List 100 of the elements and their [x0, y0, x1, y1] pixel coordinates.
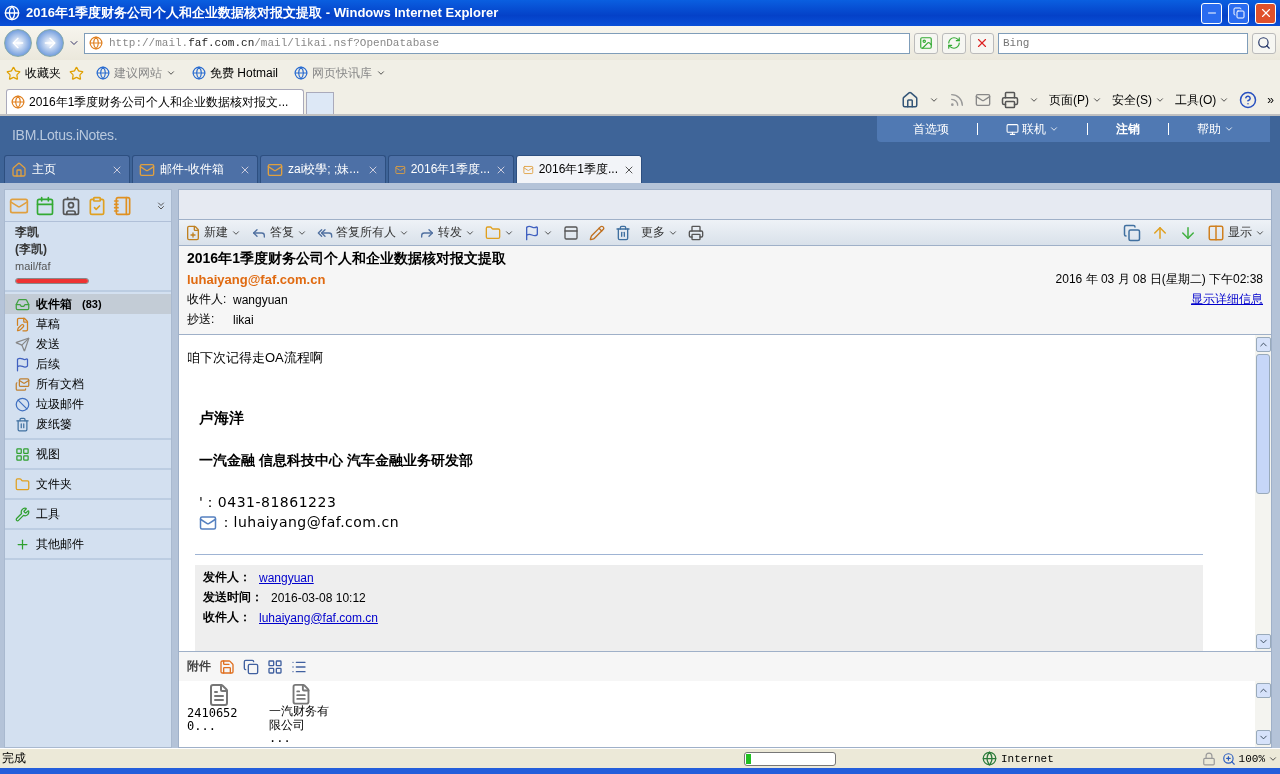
add-favorite-icon[interactable] — [69, 65, 84, 81]
notebook-icon[interactable] — [113, 195, 133, 216]
compatibility-button[interactable] — [914, 32, 938, 54]
favorite-link[interactable]: 免费 Hotmail — [188, 64, 282, 82]
field-label: 收件人： — [203, 609, 251, 626]
app-menu-item[interactable]: 注销 — [1098, 120, 1158, 138]
app-menu-item[interactable]: 联机 — [988, 120, 1077, 138]
refresh-button[interactable] — [942, 32, 966, 54]
save-icon[interactable] — [219, 658, 235, 675]
forward-button[interactable] — [36, 29, 64, 57]
user-name: 李凯 — [15, 224, 40, 241]
recipient: wangyuan — [233, 292, 288, 307]
toolbar-button[interactable]: 答复所有人 — [315, 224, 411, 241]
restore-icon — [1232, 7, 1245, 19]
toolbar-button[interactable] — [1121, 223, 1143, 242]
caret-icon — [1155, 95, 1165, 105]
signature-email: ：luhaiyang@faf.com.cn — [219, 514, 400, 532]
toolbar-button[interactable]: 显示 — [1205, 223, 1267, 242]
todo-icon[interactable] — [87, 195, 107, 216]
feeds-icon[interactable] — [949, 92, 965, 108]
draft-icon — [15, 316, 30, 332]
forward-arrow-icon — [42, 35, 58, 51]
attachments-label: 附件 — [187, 658, 211, 675]
overflow-button[interactable]: » — [1267, 93, 1274, 107]
command-menu[interactable]: 页面(P) — [1049, 91, 1102, 109]
close-button[interactable] — [1255, 2, 1276, 24]
toolbar-button[interactable]: 答复 — [249, 224, 309, 241]
folder-item[interactable]: 草稿 — [5, 314, 171, 334]
document-icon — [207, 683, 231, 707]
toolbar-button[interactable]: 转发 — [417, 224, 477, 241]
zoom-icon — [1221, 751, 1236, 766]
folder-item[interactable]: 废纸篓 — [5, 414, 171, 434]
folder-item[interactable]: 后续 — [5, 354, 171, 374]
caret-icon — [376, 68, 386, 78]
app-tab[interactable]: 2016年1季度... — [516, 155, 642, 183]
caret-icon — [1092, 95, 1102, 105]
computer-icon — [1006, 122, 1019, 136]
command-menu[interactable]: 工具(O) — [1175, 91, 1230, 109]
home-icon[interactable] — [901, 91, 919, 109]
toolbar-button[interactable]: 更多 — [639, 224, 680, 241]
folder-item[interactable]: 所有文档 — [5, 374, 171, 394]
flag-icon — [15, 356, 30, 372]
views-icon — [15, 446, 30, 462]
stop-button[interactable] — [970, 32, 994, 54]
grid-view-icon[interactable] — [267, 658, 283, 675]
browser-tab[interactable]: 2016年1季度财务公司个人和企业数据核对报文... — [6, 89, 304, 114]
message-text: 咱下次记得走OA流程啊 — [187, 349, 324, 367]
address-field[interactable]: http://mail.faf.com.cn/mail/likai.nsf?OpenDatabase — [84, 32, 910, 54]
user-alias: (李凯) — [15, 241, 48, 258]
favorites-button[interactable]: 收藏夹 — [6, 64, 61, 82]
address-link[interactable]: wangyuan — [259, 570, 314, 585]
folder-item[interactable]: 发送 — [5, 334, 171, 354]
app-menu-item[interactable]: 首选项 — [895, 120, 967, 138]
calendar-icon[interactable] — [35, 195, 55, 216]
zoom-button[interactable]: 100% — [1221, 751, 1278, 766]
expand-icon[interactable] — [155, 199, 167, 212]
signature-phone: '：0431-81861223 — [199, 494, 337, 512]
toolbar-button[interactable] — [587, 224, 607, 241]
attachment[interactable]: 24106520... — [187, 683, 251, 745]
caret-icon — [1049, 124, 1059, 134]
mail-icon[interactable] — [975, 92, 991, 108]
scrollbar[interactable] — [1255, 335, 1271, 651]
search-icon — [1257, 36, 1271, 50]
app-tab[interactable]: 2016年1季度... — [388, 155, 514, 183]
window-icon — [563, 224, 579, 241]
trash-icon — [15, 416, 30, 432]
minimize-button[interactable] — [1201, 2, 1222, 24]
junk-icon — [15, 396, 30, 412]
address-link[interactable]: luhaiyang@faf.com.cn — [259, 610, 378, 625]
app-tab[interactable]: 主页 — [4, 155, 130, 183]
search-button[interactable] — [1252, 32, 1276, 54]
restore-button[interactable] — [1228, 2, 1249, 24]
app-tab[interactable]: 邮件-收件箱 — [132, 155, 258, 183]
print-icon[interactable] — [1001, 91, 1019, 109]
command-menu[interactable]: 安全(S) — [1112, 91, 1165, 109]
browser-logo-icon — [4, 5, 20, 21]
print-icon — [688, 224, 704, 241]
attachment[interactable]: 一汽财务有限公司 ... — [269, 683, 333, 745]
add-mailbox-icon — [15, 536, 30, 552]
lock-icon[interactable] — [1201, 751, 1216, 766]
toolbar-button[interactable] — [561, 224, 581, 241]
caret-icon — [929, 95, 939, 105]
contacts-icon[interactable] — [61, 195, 81, 216]
sender-address: luhaiyang@faf.com.cn — [187, 272, 326, 287]
copy-icon[interactable] — [243, 658, 259, 675]
toolbar-button[interactable]: 新建 — [183, 224, 243, 241]
back-button[interactable] — [4, 29, 32, 57]
caret-icon — [1029, 95, 1039, 105]
toolbar-button[interactable] — [686, 224, 706, 241]
help-icon[interactable] — [1239, 91, 1258, 109]
app-tab[interactable]: zai校學; ;妹... — [260, 155, 386, 183]
new-tab-button[interactable] — [306, 92, 334, 114]
app-menu-item[interactable]: 帮助 — [1179, 120, 1252, 138]
details-link[interactable]: 显示详细信息 — [1191, 291, 1263, 308]
field-label: 抄送: — [187, 311, 216, 328]
home-icon — [11, 161, 27, 178]
search-field[interactable]: Bing — [998, 32, 1248, 54]
folder-item[interactable]: 垃圾邮件 — [5, 394, 171, 414]
folder-item[interactable]: 收件箱 (83) — [5, 294, 171, 314]
scrollbar[interactable] — [1255, 681, 1271, 747]
